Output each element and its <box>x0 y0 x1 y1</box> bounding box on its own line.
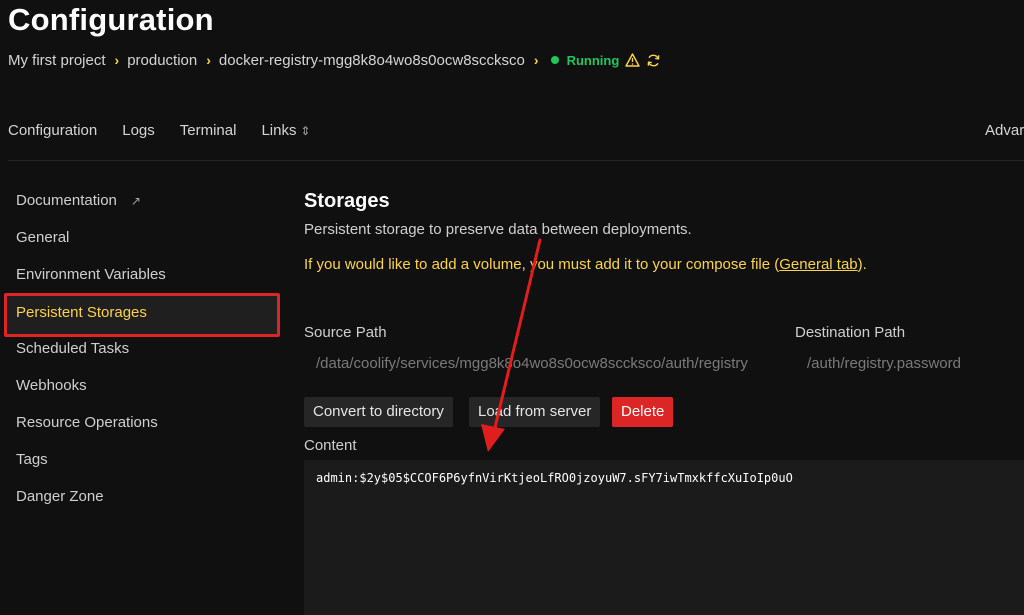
sidebar-item-danger-zone[interactable]: Danger Zone <box>4 482 280 519</box>
warning-suffix: ). <box>857 256 867 273</box>
tab-advanced[interactable]: Advar <box>985 122 1024 139</box>
sidebar-item-webhooks[interactable]: Webhooks <box>4 371 280 408</box>
sidebar-item-label: Resource Operations <box>16 414 158 431</box>
breadcrumb-project[interactable]: My first project <box>8 52 106 69</box>
chevron-right-icon: › <box>533 52 539 68</box>
tab-bar: Configuration Logs Terminal Links ⇕ <box>8 122 311 142</box>
sidebar-item-label: Scheduled Tasks <box>16 340 130 357</box>
source-path-input[interactable]: /data/coolify/services/mgg8k8o4wo8s0ocw8… <box>304 346 784 382</box>
load-from-server-button[interactable]: Load from server <box>469 397 601 427</box>
sidebar-item-resource-operations[interactable]: Resource Operations <box>4 408 280 445</box>
breadcrumb-resource[interactable]: docker-registry-mgg8k8o4wo8s0ocw8sccksco <box>219 52 525 69</box>
delete-button[interactable]: Delete <box>612 397 674 427</box>
storages-section: Storages Persistent storage to preserve … <box>304 190 1024 273</box>
sidebar-item-general[interactable]: General <box>4 223 280 260</box>
sidebar-item-label: Danger Zone <box>16 488 104 505</box>
sidebar-item-label: General <box>16 229 70 246</box>
sidebar-item-persistent-storages[interactable]: Persistent Storages <box>4 293 280 337</box>
volume-warning: If you would like to add a volume, you m… <box>304 256 1024 273</box>
chevron-right-icon: › <box>114 52 120 68</box>
breadcrumb: My first project › production › docker-r… <box>8 50 661 70</box>
sidebar-item-environment-variables[interactable]: Environment Variables <box>4 260 280 297</box>
tab-links[interactable]: Links ⇕ <box>261 122 310 142</box>
sidebar-item-tags[interactable]: Tags <box>4 445 280 482</box>
sidebar-item-scheduled-tasks[interactable]: Scheduled Tasks <box>4 334 280 371</box>
tab-terminal[interactable]: Terminal <box>180 122 237 142</box>
general-tab-link[interactable]: General tab <box>779 256 857 273</box>
external-link-icon: ↗ <box>130 194 141 208</box>
content-textarea[interactable]: admin:$2y$05$CCOF6P6yfnVirKtjeoLfRO0jzoy… <box>304 460 1024 615</box>
sidebar-item-label: Documentation <box>16 192 117 209</box>
warning-icon[interactable] <box>625 53 640 67</box>
tab-links-label: Links <box>261 122 297 139</box>
section-subtitle: Persistent storage to preserve data betw… <box>304 221 692 238</box>
section-title: Storages <box>304 190 390 212</box>
sidebar: Documentation ↗ General Environment Varia… <box>4 186 280 519</box>
sidebar-item-documentation[interactable]: Documentation ↗ <box>4 186 280 223</box>
destination-path-input[interactable]: /auth/registry.password <box>795 346 1024 382</box>
source-path-label: Source Path <box>304 324 387 341</box>
chevron-updown-icon: ⇕ <box>300 124 311 138</box>
content-label: Content <box>304 437 357 454</box>
warning-text: If you would like to add a volume, you m… <box>304 256 780 273</box>
status-badge: Running <box>566 52 620 68</box>
status-dot <box>550 56 559 64</box>
sidebar-item-label: Environment Variables <box>16 266 166 283</box>
convert-to-directory-button[interactable]: Convert to directory <box>304 397 453 427</box>
refresh-icon[interactable] <box>646 53 661 68</box>
sidebar-item-label: Tags <box>16 451 48 468</box>
breadcrumb-environment[interactable]: production <box>127 52 197 69</box>
destination-path-label: Destination Path <box>795 324 906 341</box>
page-title: Configuration <box>8 2 214 37</box>
divider <box>8 160 1024 161</box>
sidebar-item-label: Webhooks <box>16 377 87 394</box>
tab-logs[interactable]: Logs <box>122 122 155 142</box>
sidebar-item-label: Persistent Storages <box>16 304 147 321</box>
chevron-right-icon: › <box>206 52 211 68</box>
tab-configuration[interactable]: Configuration <box>8 122 97 142</box>
